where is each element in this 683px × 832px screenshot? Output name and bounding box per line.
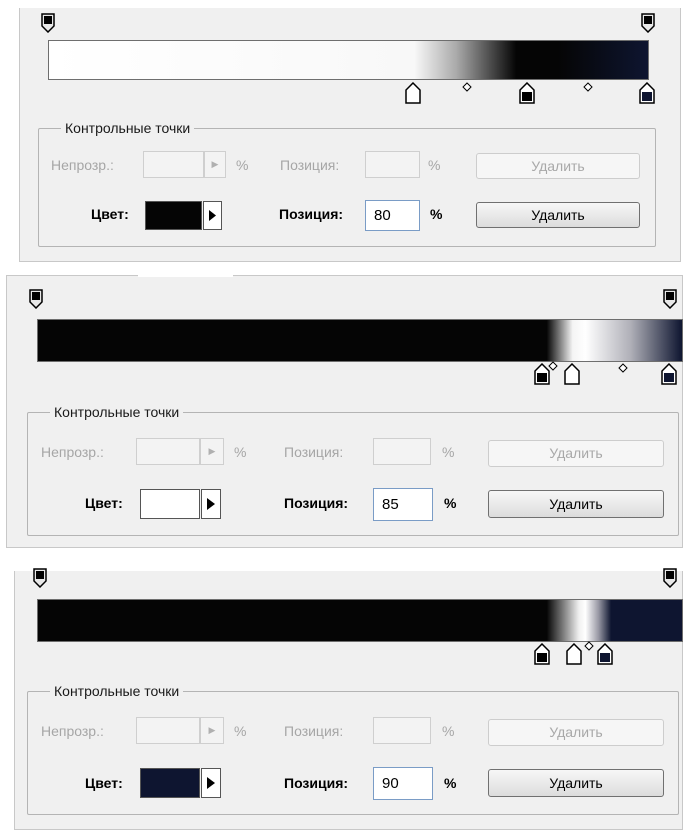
midpoint-diamond-icon[interactable] (548, 361, 558, 371)
opacity-position-label: Позиция: (280, 157, 340, 173)
spinner-arrow-icon[interactable]: ▶ (200, 438, 224, 465)
opacity-position-label: Позиция: (284, 444, 344, 460)
opacity-field[interactable] (136, 438, 200, 465)
spinner-arrow-icon[interactable]: ▶ (204, 151, 226, 178)
opacity-position-field[interactable] (373, 438, 431, 465)
color-stop-icon[interactable] (661, 363, 677, 385)
stops-group-legend: Контрольные точки (50, 682, 184, 700)
delete-opacity-stop-button[interactable]: Удалить (488, 719, 664, 746)
opacity-position-field[interactable] (373, 717, 431, 744)
color-position-input[interactable]: 80 (365, 200, 420, 231)
opacity-stop-icon[interactable] (33, 568, 47, 588)
color-position-input[interactable]: 85 (373, 488, 433, 521)
flyout-triangle-icon[interactable] (201, 768, 221, 798)
color-stop-icon[interactable] (564, 363, 580, 385)
panel-2-tab-edge (138, 275, 233, 277)
flyout-triangle-icon[interactable] (201, 489, 221, 519)
color-position-label: Позиция: (284, 775, 349, 791)
color-position-percent: % (444, 495, 457, 511)
color-stop-icon[interactable] (597, 643, 613, 665)
color-stop-icon[interactable] (566, 643, 582, 665)
color-stop-icon[interactable] (639, 82, 655, 104)
color-swatch[interactable] (140, 768, 200, 798)
opacity-label: Непрозр.: (41, 444, 104, 460)
opacity-stop-icon[interactable] (41, 13, 55, 33)
color-label: Цвет: (91, 206, 129, 222)
opacity-label: Непрозр.: (41, 723, 104, 739)
opacity-stop-icon[interactable] (663, 568, 677, 588)
color-position-percent: % (444, 775, 457, 791)
stops-group-legend: Контрольные точки (50, 403, 184, 421)
color-position-label: Позиция: (279, 206, 344, 222)
gradient-preview-bar (48, 40, 649, 80)
opacity-position-percent: % (442, 723, 455, 739)
opacity-position-percent: % (428, 157, 441, 173)
opacity-field[interactable] (136, 717, 200, 744)
color-stop-icon[interactable] (519, 82, 535, 104)
gradient-preview-bar (37, 599, 683, 642)
opacity-stop-icon[interactable] (29, 289, 43, 309)
midpoint-diamond-icon[interactable] (462, 82, 472, 92)
panel-3-top-strip (14, 562, 683, 571)
color-position-percent: % (430, 206, 443, 222)
midpoint-diamond-icon[interactable] (584, 641, 594, 651)
color-position-label: Позиция: (284, 495, 349, 511)
spinner-arrow-icon[interactable]: ▶ (200, 717, 224, 744)
gradient-preview-bar (37, 319, 683, 362)
delete-color-stop-button[interactable]: Удалить (488, 490, 664, 518)
color-position-input[interactable]: 90 (373, 767, 433, 800)
midpoint-diamond-icon[interactable] (618, 363, 628, 373)
opacity-position-percent: % (442, 444, 455, 460)
opacity-percent: % (236, 157, 249, 173)
color-swatch[interactable] (145, 201, 202, 230)
color-stop-icon[interactable] (405, 82, 421, 104)
color-stop-icon[interactable] (534, 643, 550, 665)
opacity-stop-icon[interactable] (641, 13, 655, 33)
color-label: Цвет: (85, 775, 123, 791)
opacity-field[interactable] (143, 151, 204, 178)
opacity-stop-icon[interactable] (663, 289, 677, 309)
delete-color-stop-button[interactable]: Удалить (488, 769, 664, 797)
opacity-position-field[interactable] (365, 151, 420, 178)
stops-group: Контрольные точки (38, 119, 656, 247)
flyout-triangle-icon[interactable] (203, 201, 222, 230)
color-swatch[interactable] (140, 489, 200, 519)
delete-color-stop-button[interactable]: Удалить (476, 202, 640, 228)
delete-opacity-stop-button[interactable]: Удалить (476, 153, 640, 179)
panel-1-top-strip (19, 0, 681, 8)
stops-group-legend: Контрольные точки (61, 119, 195, 137)
opacity-percent: % (234, 723, 247, 739)
opacity-position-label: Позиция: (284, 723, 344, 739)
opacity-label: Непрозр.: (51, 157, 114, 173)
delete-opacity-stop-button[interactable]: Удалить (488, 440, 664, 467)
opacity-percent: % (234, 444, 247, 460)
color-label: Цвет: (85, 495, 123, 511)
midpoint-diamond-icon[interactable] (583, 82, 593, 92)
